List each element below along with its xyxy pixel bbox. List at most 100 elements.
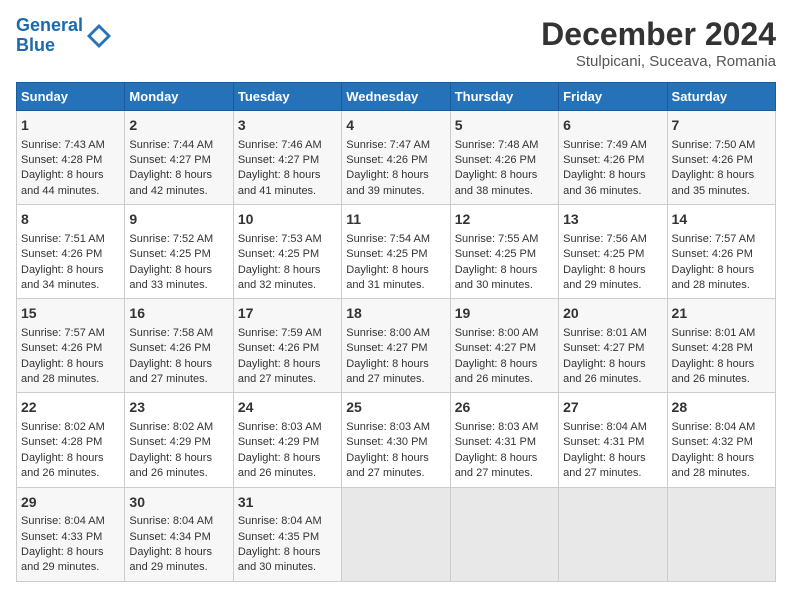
day-info-line: Sunrise: 7:47 AM [346,138,445,153]
day-info-line: Daylight: 8 hours [672,168,771,183]
calendar-day-cell: 14Sunrise: 7:57 AMSunset: 4:26 PMDayligh… [667,205,775,299]
day-info-line: and 29 minutes. [129,560,228,575]
day-info-line: Sunset: 4:31 PM [563,435,662,450]
day-info-line: Sunrise: 8:00 AM [455,326,554,341]
day-info-line: Sunset: 4:27 PM [346,341,445,356]
calendar-day-cell [559,487,667,581]
calendar-day-cell: 1Sunrise: 7:43 AMSunset: 4:28 PMDaylight… [17,111,125,205]
day-info-line: Daylight: 8 hours [238,263,337,278]
day-info-line: Sunset: 4:26 PM [672,247,771,262]
day-info-line: Sunrise: 8:04 AM [672,420,771,435]
day-number: 12 [455,210,554,230]
day-info-line: Sunrise: 7:59 AM [238,326,337,341]
day-info-line: Sunrise: 7:57 AM [672,232,771,247]
day-info-line: and 39 minutes. [346,184,445,199]
day-info-line: Sunset: 4:26 PM [238,341,337,356]
day-number: 13 [563,210,662,230]
day-info-line: Daylight: 8 hours [21,451,120,466]
day-info-line: and 33 minutes. [129,278,228,293]
day-info-line: and 27 minutes. [238,372,337,387]
calendar-day-cell: 24Sunrise: 8:03 AMSunset: 4:29 PMDayligh… [233,393,341,487]
calendar-day-cell: 5Sunrise: 7:48 AMSunset: 4:26 PMDaylight… [450,111,558,205]
day-info-line: Daylight: 8 hours [563,451,662,466]
calendar-day-cell: 27Sunrise: 8:04 AMSunset: 4:31 PMDayligh… [559,393,667,487]
calendar-day-cell: 23Sunrise: 8:02 AMSunset: 4:29 PMDayligh… [125,393,233,487]
day-info-line: Sunset: 4:26 PM [455,153,554,168]
calendar-day-cell: 7Sunrise: 7:50 AMSunset: 4:26 PMDaylight… [667,111,775,205]
day-number: 26 [455,398,554,418]
day-info-line: and 28 minutes. [672,466,771,481]
weekday-header: Wednesday [342,83,450,111]
day-info-line: Sunrise: 8:01 AM [672,326,771,341]
calendar-day-cell: 9Sunrise: 7:52 AMSunset: 4:25 PMDaylight… [125,205,233,299]
day-info-line: Sunset: 4:26 PM [346,153,445,168]
day-info-line: and 27 minutes. [346,372,445,387]
day-info-line: Sunrise: 8:03 AM [238,420,337,435]
calendar-day-cell: 31Sunrise: 8:04 AMSunset: 4:35 PMDayligh… [233,487,341,581]
calendar-day-cell: 26Sunrise: 8:03 AMSunset: 4:31 PMDayligh… [450,393,558,487]
calendar-day-cell: 4Sunrise: 7:47 AMSunset: 4:26 PMDaylight… [342,111,450,205]
day-number: 8 [21,210,120,230]
day-info-line: Sunrise: 7:44 AM [129,138,228,153]
day-info-line: Sunset: 4:25 PM [238,247,337,262]
calendar-subtitle: Stulpicani, Suceava, Romania [541,53,776,70]
day-number: 20 [563,304,662,324]
day-info-line: Sunset: 4:27 PM [238,153,337,168]
day-number: 29 [21,493,120,513]
day-number: 18 [346,304,445,324]
day-info-line: Sunset: 4:25 PM [346,247,445,262]
day-info-line: Sunset: 4:29 PM [129,435,228,450]
calendar-day-cell: 17Sunrise: 7:59 AMSunset: 4:26 PMDayligh… [233,299,341,393]
weekday-header-row: SundayMondayTuesdayWednesdayThursdayFrid… [17,83,776,111]
day-info-line: Sunrise: 8:04 AM [563,420,662,435]
weekday-header: Sunday [17,83,125,111]
calendar-week-row: 1Sunrise: 7:43 AMSunset: 4:28 PMDaylight… [17,111,776,205]
calendar-week-row: 29 Sunrise: 8:04 AM Sunset: 4:33 PM Dayligh… [17,487,776,581]
day-info-line: Daylight: 8 hours [672,263,771,278]
logo-line2: Blue [16,35,55,55]
day-number: 2 [129,116,228,136]
day-info-line: Sunset: 4:25 PM [563,247,662,262]
day-info-line: Sunset: 4:32 PM [672,435,771,450]
weekday-header: Saturday [667,83,775,111]
day-info-line: Daylight: 8 hours [129,263,228,278]
calendar-day-cell: 21Sunrise: 8:01 AMSunset: 4:28 PMDayligh… [667,299,775,393]
day-number: 9 [129,210,228,230]
day-info-line: and 28 minutes. [21,372,120,387]
day-info-line: Sunrise: 7:55 AM [455,232,554,247]
day-number: 28 [672,398,771,418]
day-info-line: Sunrise: 8:01 AM [563,326,662,341]
day-info-line: Daylight: 8 hours [563,168,662,183]
day-info-line: Sunrise: 8:03 AM [346,420,445,435]
day-number: 6 [563,116,662,136]
calendar-day-cell: 13Sunrise: 7:56 AMSunset: 4:25 PMDayligh… [559,205,667,299]
day-info-line: Daylight: 8 hours [346,451,445,466]
day-info-line: Daylight: 8 hours [238,168,337,183]
day-info-line: Daylight: 8 hours [238,451,337,466]
day-info-line: Daylight: 8 hours [455,263,554,278]
day-info-line: Sunrise: 7:43 AM [21,138,120,153]
day-info-line: Sunrise: 8:04 AM [129,514,228,529]
calendar-day-cell [667,487,775,581]
calendar-title: December 2024 [541,16,776,53]
day-info-line: and 35 minutes. [672,184,771,199]
day-info-line: Sunset: 4:30 PM [346,435,445,450]
day-info-line: Sunrise: 7:48 AM [455,138,554,153]
day-info-line: Sunset: 4:27 PM [455,341,554,356]
logo-text: General Blue [16,16,83,56]
day-info-line: Sunrise: 8:00 AM [346,326,445,341]
day-number: 30 [129,493,228,513]
day-info-line: Sunrise: 7:46 AM [238,138,337,153]
day-info-line: Sunset: 4:33 PM [21,530,120,545]
day-info-line: and 34 minutes. [21,278,120,293]
weekday-header: Thursday [450,83,558,111]
day-info-line: Sunset: 4:27 PM [563,341,662,356]
weekday-header: Tuesday [233,83,341,111]
day-number: 24 [238,398,337,418]
calendar-day-cell [342,487,450,581]
day-info-line: and 26 minutes. [563,372,662,387]
day-info-line: Daylight: 8 hours [129,451,228,466]
day-number: 19 [455,304,554,324]
day-info-line: Daylight: 8 hours [129,545,228,560]
day-info-line: Sunset: 4:28 PM [672,341,771,356]
